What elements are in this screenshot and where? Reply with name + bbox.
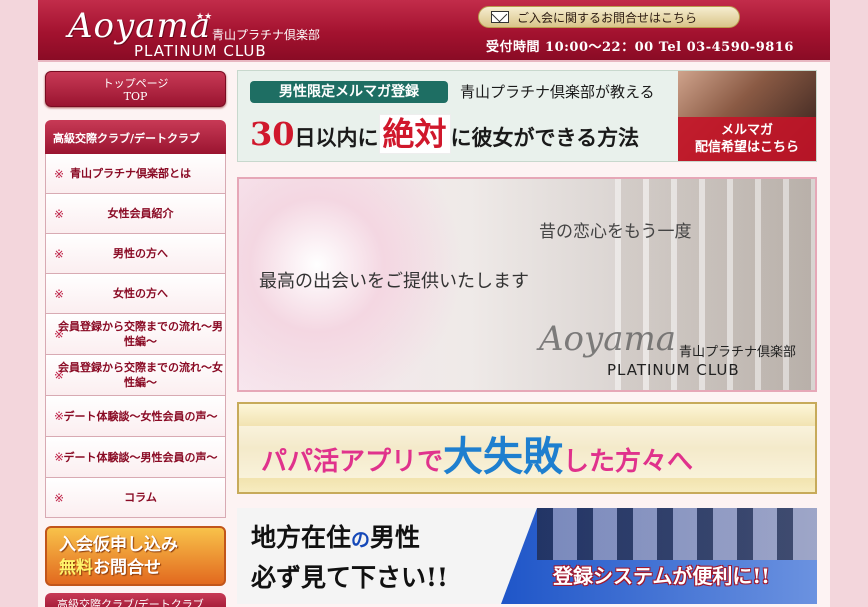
logo-en-text: PLATINUM CLUB bbox=[134, 42, 267, 60]
sidebar-item-label: 会員登録から交際までの流れ～男性編～ bbox=[58, 320, 223, 348]
bullet-icon: ※ bbox=[54, 450, 65, 464]
headline-post: に彼女ができる方法 bbox=[450, 125, 640, 150]
cta-line2: 配信希望はこちら bbox=[694, 140, 799, 155]
sidebar-item-label: デート体験談～男性会員の声～ bbox=[63, 450, 218, 464]
sidebar-item-label: 男性の方へ bbox=[113, 247, 168, 260]
regional-line2: 必ず見て下さい!! bbox=[251, 563, 448, 592]
top-page-label: トップページ bbox=[102, 77, 169, 90]
sidebar-item-column[interactable]: ※ コラム bbox=[46, 478, 225, 518]
sidebar-item-date-men[interactable]: ※ デート体験談～男性会員の声～ bbox=[46, 437, 225, 478]
mail-magazine-cta[interactable]: メルマガ 配信希望はこちら bbox=[678, 117, 816, 161]
headline-pre: 日以内に bbox=[294, 125, 379, 150]
sidebar-item-about[interactable]: ※ 青山プラチナ倶楽部とは bbox=[46, 154, 225, 194]
hero-logo-en: PLATINUM CLUB bbox=[607, 361, 740, 379]
main-content: 男性限定メルマガ登録 青山プラチナ倶楽部が教える 30日以内に 絶対 に彼女ができる… bbox=[237, 70, 817, 604]
business-hours: 受付時間 10:00～22：00 Tel 03-4590-9816 bbox=[486, 40, 794, 55]
logo-stars-icon: ★★ bbox=[196, 12, 213, 22]
regional-banner[interactable]: 地方在住の男性 必ず見て下さい!! 登録システムが便利に!! bbox=[237, 508, 817, 604]
hero-logo-jp: 青山プラチナ倶楽部 bbox=[679, 345, 797, 360]
mail-magazine-tag: 男性限定メルマガ登録 bbox=[250, 81, 448, 103]
regional-models-image bbox=[537, 508, 817, 560]
bullet-icon: ※ bbox=[54, 206, 65, 221]
mail-magazine-headline: 30日以内に 絶対 に彼女ができる方法 bbox=[250, 109, 639, 155]
menu-heading: 高級交際クラブ/デートクラブ bbox=[45, 120, 226, 154]
sidebar-item-label: 会員登録から交際までの流れ～女性編～ bbox=[58, 361, 223, 389]
papa-app-banner[interactable]: パパ活アプリで大失敗した方々へ bbox=[237, 402, 817, 494]
sidebar-item-flow-women[interactable]: ※ 会員登録から交際までの流れ～女性編～ bbox=[46, 355, 225, 396]
bullet-icon: ※ bbox=[54, 286, 65, 301]
papa-post: した方々へ bbox=[563, 447, 694, 477]
site-logo[interactable]: Aoyama ★★ 青山プラチナ倶楽部 PLATINUM CLUB bbox=[68, 6, 328, 60]
bullet-icon: ※ bbox=[54, 368, 65, 382]
cta-line1: メルマガ bbox=[720, 123, 773, 138]
sidebar-item-for-women[interactable]: ※ 女性の方へ bbox=[46, 274, 225, 314]
sidebar-item-female-members[interactable]: ※ 女性会員紹介 bbox=[46, 194, 225, 234]
mail-magazine-subtitle: 青山プラチナ倶楽部が教える bbox=[460, 83, 655, 101]
bullet-icon: ※ bbox=[54, 490, 65, 505]
sidebar-bottom-heading: 高級交際クラブ/デートクラブ bbox=[45, 593, 226, 607]
regional-line1: 地方在住の男性 bbox=[251, 518, 420, 554]
hero-logo-script: Aoyama bbox=[539, 319, 677, 359]
apply-free-highlight: 無料 bbox=[59, 558, 93, 578]
regional-word3: 男性 bbox=[370, 523, 421, 552]
logo-script-text: Aoyama bbox=[68, 6, 212, 46]
sidebar-item-for-men[interactable]: ※ 男性の方へ bbox=[46, 234, 225, 274]
hero-banner: 昔の恋心をもう一度 最高の出会いをご提供いたします Aoyama 青山プラチナ倶… bbox=[237, 177, 817, 392]
sidebar: トップページ TOP 高級交際クラブ/デートクラブ ※ 青山プラチナ倶楽部とは … bbox=[45, 71, 226, 607]
hero-top-text: 昔の恋心をもう一度 bbox=[539, 222, 692, 242]
top-page-button[interactable]: トップページ TOP bbox=[45, 71, 226, 107]
sidebar-item-label: 青山プラチナ倶楽部とは bbox=[70, 167, 191, 180]
bullet-icon: ※ bbox=[54, 246, 65, 261]
papa-pre: パパ活アプリで bbox=[261, 447, 444, 477]
regional-word2: の bbox=[351, 529, 371, 551]
top-page-sublabel: TOP bbox=[123, 90, 148, 103]
sidebar-item-label: 女性の方へ bbox=[113, 287, 168, 300]
apply-line2-rest: お問合せ bbox=[93, 558, 161, 578]
page: Aoyama ★★ 青山プラチナ倶楽部 PLATINUM CLUB ご入会に関す… bbox=[38, 0, 830, 607]
regional-right-text: 登録システムが便利に!! bbox=[553, 564, 770, 588]
sidebar-item-label: コラム bbox=[124, 491, 157, 504]
papa-banner-text: パパ活アプリで大失敗した方々へ bbox=[261, 424, 693, 482]
bullet-icon: ※ bbox=[54, 409, 65, 423]
regional-word1: 地方在住 bbox=[251, 523, 352, 552]
contact-button-label: ご入会に関するお問合せはこちら bbox=[517, 10, 698, 25]
headline-number: 30 bbox=[250, 115, 295, 153]
papa-big: 大失敗 bbox=[443, 434, 564, 480]
bullet-icon: ※ bbox=[54, 166, 65, 181]
sidebar-item-label: 女性会員紹介 bbox=[107, 207, 174, 220]
apply-line1: 入会仮申し込み bbox=[59, 535, 178, 555]
sidebar-menu: ※ 青山プラチナ倶楽部とは ※ 女性会員紹介 ※ 男性の方へ ※ 女性の方へ ※… bbox=[45, 154, 226, 518]
headline-emphasis: 絶対 bbox=[378, 114, 451, 154]
sidebar-item-flow-men[interactable]: ※ 会員登録から交際までの流れ～男性編～ bbox=[46, 314, 225, 355]
apply-inquiry-button[interactable]: 入会仮申し込み 無料お問合せ bbox=[45, 526, 226, 586]
sidebar-item-label: デート体験談～女性会員の声～ bbox=[63, 409, 218, 423]
mail-magazine-banner[interactable]: 男性限定メルマガ登録 青山プラチナ倶楽部が教える 30日以内に 絶対 に彼女ができる… bbox=[237, 70, 817, 162]
apply-line2: 無料お問合せ bbox=[59, 557, 224, 580]
mail-icon bbox=[491, 11, 509, 23]
bullet-icon: ※ bbox=[54, 327, 65, 341]
hero-main-text: 最高の出会いをご提供いたします bbox=[259, 271, 529, 292]
sidebar-item-date-women[interactable]: ※ デート体験談～女性会員の声～ bbox=[46, 396, 225, 437]
logo-jp-text: 青山プラチナ倶楽部 bbox=[212, 28, 321, 42]
contact-button[interactable]: ご入会に関するお問合せはこちら bbox=[478, 6, 740, 28]
site-header: Aoyama ★★ 青山プラチナ倶楽部 PLATINUM CLUB ご入会に関す… bbox=[38, 0, 830, 62]
